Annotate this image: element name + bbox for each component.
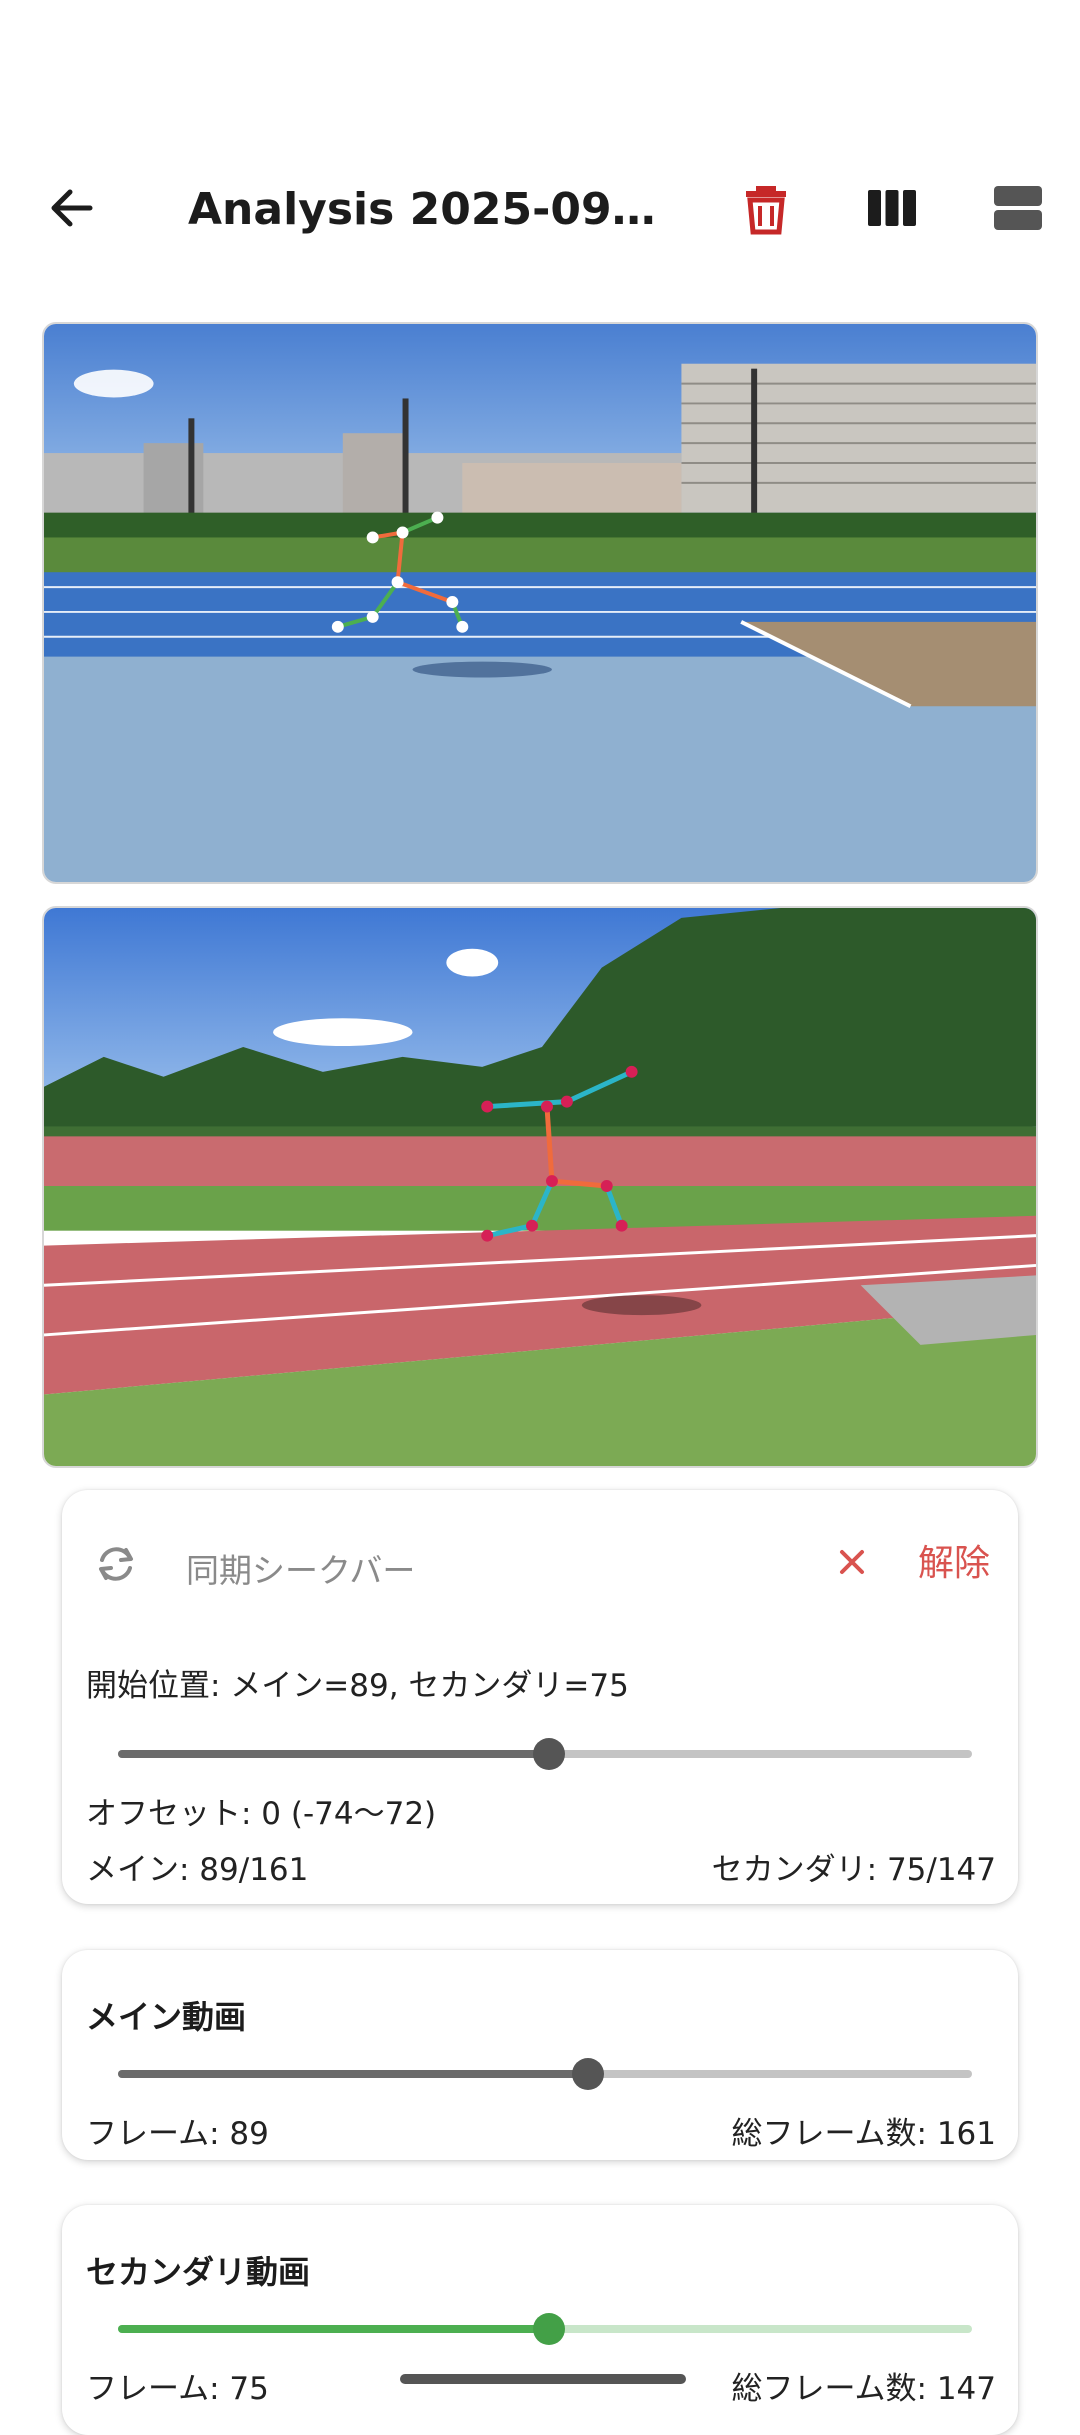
slider-fill bbox=[118, 2325, 550, 2333]
secondary-video-card: セカンダリ動画 フレーム: 75 総フレーム数: 147 bbox=[62, 2205, 1018, 2435]
main-frame-text: フレーム: 89 bbox=[86, 2116, 269, 2152]
main-video-title: メイン動画 bbox=[86, 1998, 247, 2036]
sync-seekbar-card: 同期シークバー 解除 開始位置: メイン=89, セカンダリ=75 オフセット:… bbox=[62, 1490, 1018, 1904]
app-bar: Analysis 2025-09-1... bbox=[0, 160, 1080, 250]
rows-layout-icon[interactable] bbox=[988, 178, 1048, 238]
slider-thumb[interactable] bbox=[533, 2313, 566, 2345]
start-position-text: 開始位置: メイン=89, セカンダリ=75 bbox=[86, 1668, 629, 1704]
secondary-video-title: セカンダリ動画 bbox=[86, 2253, 311, 2291]
sync-card-header: 同期シークバー 解除 bbox=[90, 1538, 990, 1594]
release-button[interactable]: 解除 bbox=[840, 1538, 990, 1594]
sync-icon bbox=[90, 1538, 142, 1590]
main-total-frames-text: 総フレーム数: 161 bbox=[731, 2116, 996, 2152]
secondary-video-slider[interactable] bbox=[118, 2309, 972, 2349]
sync-card-title: 同期シークバー bbox=[186, 1551, 416, 1590]
secondary-frame-text: フレーム: 75 bbox=[86, 2371, 269, 2407]
page-title: Analysis 2025-09-1... bbox=[188, 184, 658, 235]
main-status-text: メイン: 89/161 bbox=[86, 1852, 309, 1888]
slider-fill bbox=[118, 2070, 588, 2078]
slider-fill bbox=[118, 1750, 550, 1758]
secondary-total-frames-text: 総フレーム数: 147 bbox=[731, 2371, 996, 2407]
secondary-status-text: セカンダリ: 75/147 bbox=[711, 1852, 996, 1888]
main-video-view[interactable] bbox=[42, 322, 1038, 884]
columns-layout-icon[interactable] bbox=[862, 178, 922, 238]
slider-thumb[interactable] bbox=[571, 2058, 604, 2090]
main-video-card: メイン動画 フレーム: 89 総フレーム数: 161 bbox=[62, 1950, 1018, 2160]
back-arrow-icon[interactable] bbox=[42, 178, 102, 238]
sync-slider[interactable] bbox=[118, 1734, 972, 1774]
trash-icon[interactable] bbox=[736, 178, 796, 238]
secondary-video-view[interactable] bbox=[42, 906, 1038, 1468]
main-video-slider[interactable] bbox=[118, 2054, 972, 2094]
slider-thumb[interactable] bbox=[533, 1738, 566, 1770]
release-label: 解除 bbox=[917, 1543, 990, 1584]
close-icon bbox=[832, 1542, 872, 1582]
offset-text: オフセット: 0 (-74〜72) bbox=[86, 1796, 437, 1832]
home-indicator[interactable] bbox=[400, 2374, 686, 2384]
